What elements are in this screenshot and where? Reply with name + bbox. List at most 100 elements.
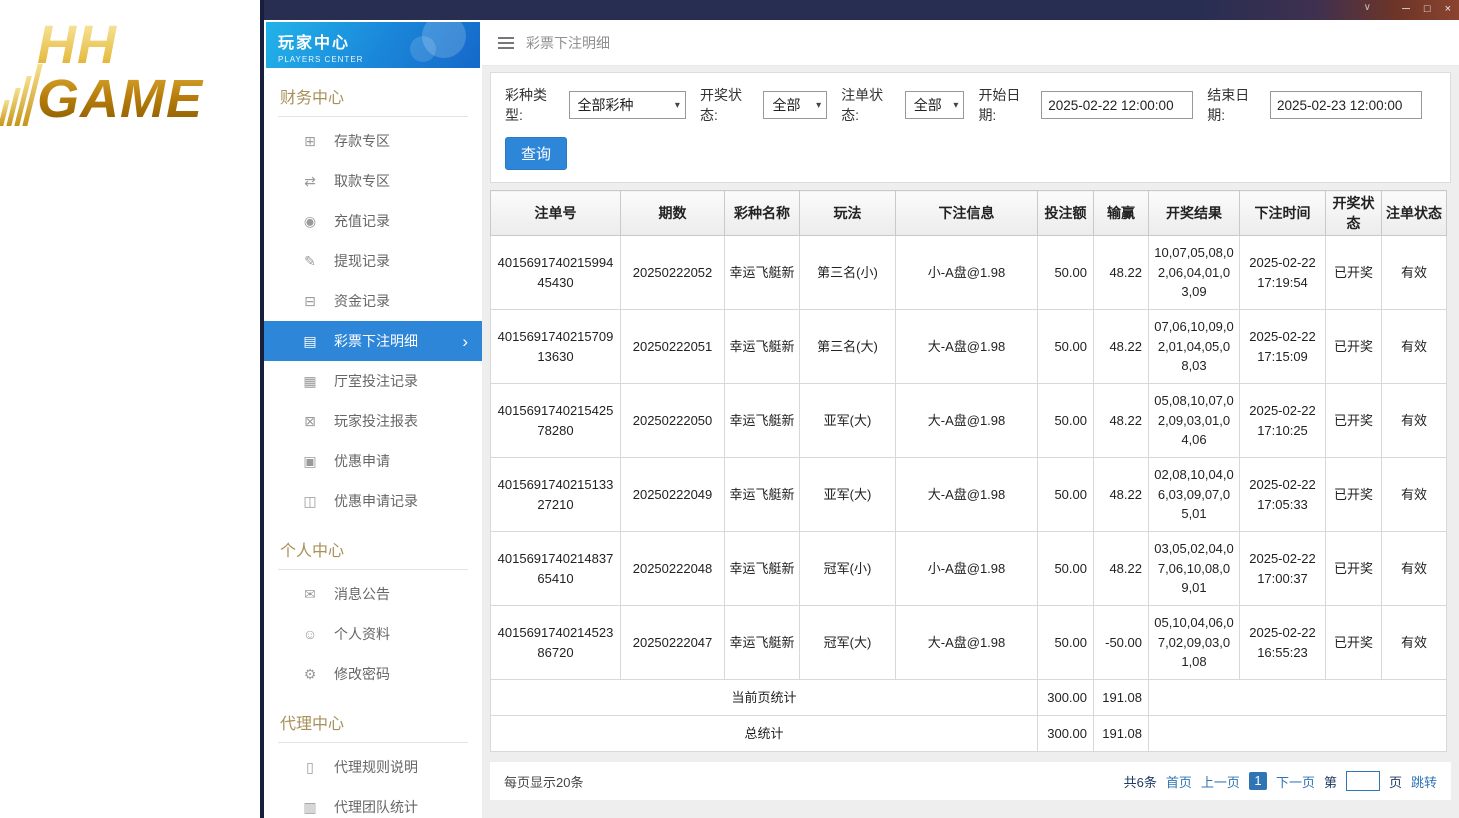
table-cell: 大-A盘@1.98 — [895, 309, 1038, 384]
summary-empty — [1148, 679, 1447, 716]
sidebar-section-title: 财务中心 — [278, 78, 468, 117]
sidebar-item-agent-rules[interactable]: ▯ 代理规则说明 — [264, 747, 482, 787]
table-cell: 2025-02-22 17:19:54 — [1239, 235, 1326, 310]
sidebar-item-player-bet-report[interactable]: ⊠ 玩家投注报表 — [264, 401, 482, 441]
recharge-record-icon: ◉ — [303, 212, 317, 229]
summary-row: 当前页统计 300.00 191.08 — [490, 679, 1447, 716]
table-row: 401569174021513327210 20250222049 幸运飞艇新 亚军(… — [490, 457, 1447, 532]
draw-status-select[interactable]: 全部 ▾ — [763, 91, 828, 119]
total-count: 共6条 — [1123, 774, 1157, 790]
column-header: 下注信息 — [895, 190, 1038, 236]
chevron-down-icon: ∨ — [1363, 2, 1371, 13]
table-cell: 10,07,05,08,02,06,04,01,03,09 — [1148, 235, 1240, 310]
query-button[interactable]: 查询 — [505, 137, 568, 170]
table-cell: 401569174021513327210 — [490, 457, 621, 532]
logo-text: HH GAME — [37, 18, 260, 126]
column-header: 注单状态 — [1381, 190, 1447, 236]
sidebar-item-hall-bet-record[interactable]: ▦ 厅室投注记录 — [264, 361, 482, 401]
table-cell: 亚军(大) — [799, 457, 896, 532]
table-cell: 大-A盘@1.98 — [895, 383, 1038, 458]
withdraw-record-icon: ✎ — [304, 252, 316, 269]
table-cell: 2025-02-22 17:15:09 — [1239, 309, 1326, 384]
summary-row: 总统计 300.00 191.08 — [490, 715, 1447, 752]
close-button[interactable]: × — [1445, 2, 1451, 16]
table-cell: 有效 — [1381, 235, 1447, 310]
notice-icon: ✉ — [304, 585, 316, 602]
sidebar-item-change-password[interactable]: ⚙ 修改密码 — [264, 654, 482, 694]
next-page-link[interactable]: 下一页 — [1276, 772, 1315, 791]
draw-status-value: 全部 — [772, 97, 801, 113]
promo-record-icon: ◫ — [303, 492, 317, 509]
filter-panel: 彩种类型: 全部彩种 ▾ 开奖状态: 全部 ▾ 注单状态: 全部 ▾ 开始日期:… — [490, 72, 1451, 183]
sidebar-item-deposit[interactable]: ⊞ 存款专区 — [264, 121, 482, 161]
sidebar-item-message-notice[interactable]: ✉ 消息公告 — [264, 574, 482, 614]
sidebar-item-agent-team-stats[interactable]: ▥ 代理团队统计 — [264, 787, 482, 818]
sidebar-item-withdraw-record[interactable]: ✎ 提现记录 — [264, 241, 482, 281]
table-cell: 401569174021542578280 — [490, 383, 621, 458]
pager: 共6条 首页 上一页 1 下一页 第 页 跳转 — [1124, 771, 1437, 791]
table-cell: 2025-02-22 17:00:37 — [1239, 531, 1326, 606]
background-pane: HH GAME — [0, 0, 260, 818]
agent-team-icon: ▥ — [303, 798, 317, 815]
sidebar-item-label: 优惠申请记录 — [334, 493, 418, 509]
sidebar-item-funds-record[interactable]: ⊟ 资金记录 — [264, 281, 482, 321]
minimize-button[interactable]: ─ — [1402, 2, 1410, 16]
table-cell: 已开奖 — [1325, 235, 1382, 310]
withdraw-icon: ⇄ — [304, 172, 316, 189]
breadcrumb: 彩票下注明细 — [482, 20, 1459, 66]
table-cell: 已开奖 — [1325, 383, 1382, 458]
table-row: 401569174021483765410 20250222048 幸运飞艇新 冠军(… — [490, 531, 1447, 606]
sidebar-item-lottery-bet-detail[interactable]: ▤ 彩票下注明细 › — [264, 321, 482, 361]
table-cell: 小-A盘@1.98 — [895, 531, 1038, 606]
sidebar-item-recharge-record[interactable]: ◉ 充值记录 — [264, 201, 482, 241]
sidebar-item-label: 资金记录 — [334, 293, 390, 309]
table-cell: 401569174021452386720 — [490, 605, 621, 680]
table-cell: 02,08,10,04,06,03,09,07,05,01 — [1148, 457, 1240, 532]
table-row: 401569174021452386720 20250222047 幸运飞艇新 冠军(… — [490, 605, 1447, 680]
sidebar-item-promo-apply-record[interactable]: ◫ 优惠申请记录 — [264, 481, 482, 521]
table-cell: 50.00 — [1037, 235, 1094, 310]
promo-apply-icon: ▣ — [303, 452, 317, 469]
sidebar-item-label: 存款专区 — [334, 133, 390, 149]
start-date-input[interactable] — [1041, 91, 1194, 119]
window-controls: ─ □ × — [1402, 2, 1451, 16]
order-status-label: 注单状态: — [841, 87, 884, 123]
table-cell: 07,06,10,09,02,01,04,05,08,03 — [1148, 309, 1240, 384]
prev-page-link[interactable]: 上一页 — [1201, 772, 1240, 791]
sidebar-item-promo-apply[interactable]: ▣ 优惠申请 — [264, 441, 482, 481]
sidebar-item-label: 修改密码 — [334, 666, 390, 682]
page-title: 彩票下注明细 — [526, 34, 610, 51]
table-cell: 大-A盘@1.98 — [895, 457, 1038, 532]
table-cell: 大-A盘@1.98 — [895, 605, 1038, 680]
column-header: 投注额 — [1037, 190, 1094, 236]
table-row: 401569174021570913630 20250222051 幸运飞艇新 第三名… — [490, 309, 1447, 384]
table-cell: 亚军(大) — [799, 383, 896, 458]
table-cell: 20250222049 — [620, 457, 725, 532]
table-cell: 幸运飞艇新 — [724, 457, 800, 532]
jump-page-input[interactable] — [1345, 771, 1380, 791]
maximize-button[interactable]: □ — [1424, 2, 1431, 16]
table-cell: 50.00 — [1037, 457, 1094, 532]
sidebar-item-label: 厅室投注记录 — [334, 373, 418, 389]
sidebar-item-withdraw[interactable]: ⇄ 取款专区 — [264, 161, 482, 201]
players-center-title: 玩家中心 — [278, 35, 351, 52]
table-cell: 50.00 — [1037, 383, 1094, 458]
table-cell: 有效 — [1381, 309, 1447, 384]
sidebar-item-label: 彩票下注明细 — [334, 333, 418, 349]
table-cell: 第三名(大) — [799, 309, 896, 384]
lottery-type-label: 彩种类型: — [505, 87, 547, 123]
column-header: 开奖状态 — [1325, 190, 1382, 236]
current-page[interactable]: 1 — [1248, 772, 1267, 790]
order-status-select[interactable]: 全部 ▾ — [904, 91, 965, 119]
sidebar-item-profile[interactable]: ☺ 个人资料 — [264, 614, 482, 654]
first-page-link[interactable]: 首页 — [1166, 772, 1192, 791]
table-cell: 幸运飞艇新 — [724, 531, 800, 606]
lottery-type-select[interactable]: 全部彩种 ▾ — [568, 91, 686, 119]
table-cell: 幸运飞艇新 — [724, 605, 800, 680]
chevron-down-icon: ▾ — [674, 99, 680, 111]
hall-bet-icon: ▦ — [303, 372, 317, 389]
table-cell: 幸运飞艇新 — [724, 383, 800, 458]
end-date-input[interactable] — [1270, 91, 1422, 119]
jump-link[interactable]: 跳转 — [1411, 772, 1437, 791]
menu-toggle-icon[interactable] — [498, 36, 514, 49]
